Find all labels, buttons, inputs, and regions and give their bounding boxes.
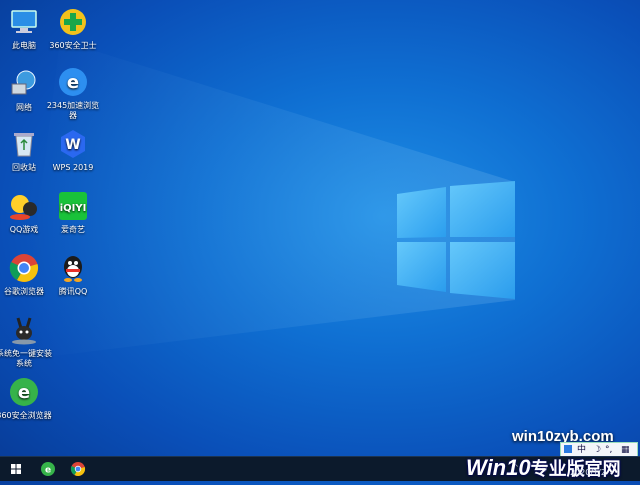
iqiyi-icon: iQIYI	[59, 192, 87, 220]
desktop-icon-2345-browser[interactable]: e 2345加速浏览器	[43, 66, 103, 121]
taskbar-chrome[interactable]	[64, 457, 92, 481]
wps-icon: W	[61, 130, 85, 158]
2345-browser-icon: e	[59, 68, 87, 96]
svg-text:e: e	[45, 466, 51, 476]
svg-text:e: e	[18, 382, 30, 403]
tray-clock-date[interactable]: 2020/1/2	[570, 468, 606, 477]
desktop-icon-tencent-qq[interactable]: 腾讯QQ	[43, 252, 103, 297]
desktop-icon-installer[interactable]: 系统免一键安装系统	[0, 314, 54, 369]
computer-icon	[11, 10, 37, 33]
start-button[interactable]	[2, 457, 30, 481]
desktop-icon-label: 360安全卫士	[49, 41, 97, 50]
desktop-icon-360-security[interactable]: 360安全卫士	[43, 6, 103, 51]
qq-game-icon	[10, 195, 37, 220]
360-browser-icon: e	[10, 378, 38, 406]
desktop-icon-label: 360安全浏览器	[0, 411, 52, 420]
recycle-bin-icon	[14, 133, 34, 157]
brand-win10: Win10	[466, 455, 531, 480]
svg-text:iQIYI: iQIYI	[60, 203, 87, 214]
desktop-icon-label: WPS 2019	[52, 163, 94, 172]
desktop-icon-label: 爱奇艺	[61, 225, 85, 234]
qq-icon	[64, 256, 82, 282]
360-security-icon	[60, 9, 86, 35]
chrome-icon	[9, 254, 39, 282]
windows-start-icon	[11, 464, 21, 474]
ime-settings-icon[interactable]: ▦	[621, 443, 630, 457]
desktop-icon-iqiyi[interactable]: iQIYI 爱奇艺	[43, 190, 103, 235]
360-browser-icon: e	[41, 462, 55, 476]
svg-text:e: e	[67, 72, 79, 93]
desktop-icon-360-browser[interactable]: e 360安全浏览器	[0, 376, 54, 421]
network-icon	[11, 70, 36, 95]
desktop-icon-label: 2345加速浏览器	[46, 101, 100, 120]
installer-icon	[12, 317, 36, 345]
taskbar-360-browser[interactable]: e	[34, 457, 62, 481]
desktop-icon-label: 系统免一键安装系统	[0, 349, 52, 368]
desktop-icon-wps[interactable]: W WPS 2019	[43, 128, 103, 173]
desktop-icon-label: 腾讯QQ	[58, 287, 88, 296]
svg-text:W: W	[65, 137, 80, 153]
chrome-icon	[70, 462, 86, 476]
